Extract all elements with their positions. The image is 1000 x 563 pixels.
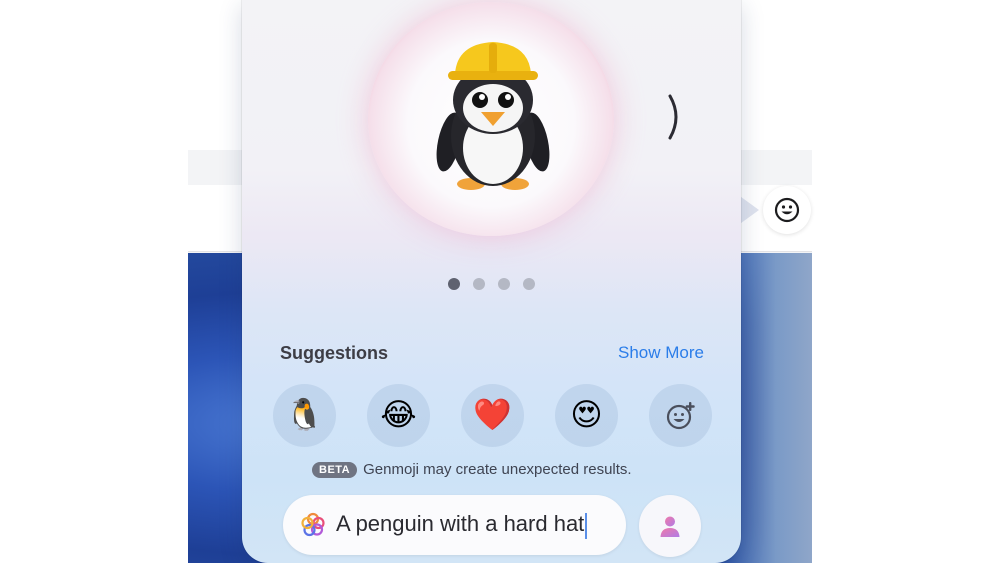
beta-notice: BETA Genmoji may create unexpected resul… <box>312 461 632 478</box>
page-dot[interactable] <box>473 278 485 290</box>
genmoji-prompt-input[interactable]: A penguin with a hard hat <box>283 495 626 555</box>
beta-badge: BETA <box>312 461 358 478</box>
suggestion-tears-of-joy[interactable]: 😂 <box>367 384 430 447</box>
suggestion-red-heart[interactable]: ❤️ <box>461 384 524 447</box>
page-dot[interactable] <box>523 278 535 290</box>
carousel-page-indicator[interactable] <box>448 278 535 292</box>
chevron-right-icon[interactable] <box>662 92 690 142</box>
suggestion-penguin[interactable]: 🐧 <box>273 384 336 447</box>
generated-penguin-image <box>436 42 550 190</box>
genmoji-popover: Suggestions Show More 🐧 😂 ❤️ 😍 BETA Genm… <box>242 0 741 563</box>
add-emoji-button[interactable] <box>649 384 712 447</box>
emoji-picker-button[interactable] <box>763 186 811 234</box>
person-button[interactable] <box>639 495 701 557</box>
suggestions-row: 🐧 😂 ❤️ 😍 <box>273 384 712 447</box>
genmoji-sparkle-icon <box>300 512 326 538</box>
text-caret <box>585 512 588 539</box>
add-emoji-icon <box>666 401 695 429</box>
person-icon <box>660 516 680 537</box>
beta-notice-text: Genmoji may create unexpected results. <box>363 461 632 478</box>
suggestion-heart-eyes[interactable]: 😍 <box>555 384 618 447</box>
show-more-button[interactable]: Show More <box>618 343 704 363</box>
smiley-icon <box>774 197 800 223</box>
page-dot[interactable] <box>448 278 460 290</box>
suggestions-title: Suggestions <box>280 343 389 363</box>
page-dot[interactable] <box>498 278 510 290</box>
prompt-text-value: A penguin with a hard hat <box>336 511 588 539</box>
